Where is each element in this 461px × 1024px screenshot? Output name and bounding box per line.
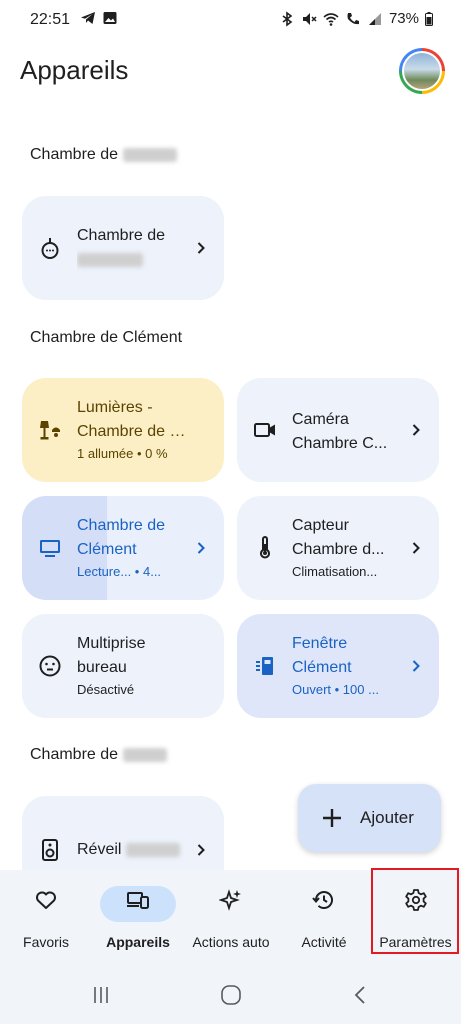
speaker-icon [42,839,58,861]
window-sensor-icon [256,657,273,675]
device-tile-lights[interactable]: Lumières - Chambre de Cl... 1 allumée • … [22,378,224,482]
tile-title-line2: Chambre C... [292,435,388,452]
chevron-right-icon [412,660,420,672]
tile-status: Ouvert • 100 ... [292,682,379,697]
nav-automations[interactable]: Actions auto [184,870,278,965]
add-button[interactable]: Ajouter [298,784,441,852]
tile-title-line2: Clément [292,659,352,676]
call-icon [347,12,359,24]
back-icon[interactable] [352,985,368,1005]
nav-favorites[interactable]: Favoris [0,870,92,965]
tile-title: Capteur [292,517,349,534]
recent-apps-icon[interactable] [91,985,111,1005]
sparkle-icon [219,889,241,911]
system-navigation-bar [0,965,461,1024]
devices-icon [127,892,149,909]
device-tile-plug[interactable]: Multiprise bureau Désactivé [22,614,224,718]
chevron-right-icon [197,242,205,254]
history-icon [312,891,333,909]
thermometer-icon [260,536,270,559]
tile-status: Lecture... • 4... [77,564,162,579]
nav-activity[interactable]: Activité [278,870,370,965]
tile-title: Réveil [77,838,192,862]
tile-title: Caméra [292,411,349,428]
hub-icon [41,238,59,259]
tile-title: Chambre de [77,227,166,244]
tile-title-line2: Chambre de Cl... [77,423,192,440]
camera-icon [254,423,275,437]
section-title: Chambre de [30,746,167,764]
tile-title: Lumières - [77,399,153,416]
tile-title: Fenêtre [292,635,348,652]
device-tile-tv[interactable]: Chambre de Clément Lecture... • 4... [22,496,224,600]
chevron-right-icon [412,424,420,436]
tile-title-line2: bureau [77,659,127,676]
mute-icon [302,12,317,25]
tile-status: Climatisation... [292,564,378,579]
tile-title: Chambre de [77,517,166,534]
wifi-icon [323,12,339,26]
nav-label: Appareils [106,934,170,950]
device-tile-camera[interactable]: Caméra Chambre C... [237,378,439,482]
tile-title-line2 [77,248,192,272]
nav-devices[interactable]: Appareils [92,870,184,965]
signal-icon [368,12,381,25]
device-tile-sensor[interactable]: Capteur Chambre d... Climatisation... [237,496,439,600]
page-title: Appareils [20,55,129,85]
nav-label: Activité [301,934,347,950]
chevron-right-icon [197,844,205,856]
telegram-icon [81,12,95,24]
plug-icon [39,655,61,677]
battery-icon [425,11,433,26]
section-title: Chambre de Clément [30,329,183,346]
lamp-icon [40,421,60,440]
bluetooth-icon [282,10,293,27]
section-title: Chambre de [30,146,177,164]
avatar[interactable] [399,48,445,94]
chevron-right-icon [197,542,205,554]
tile-title: Multiprise [77,635,146,652]
battery-level: 73% [388,10,419,27]
device-tile-hub[interactable]: Chambre de [22,196,224,300]
tv-icon [40,540,60,557]
plus-icon [323,809,341,827]
add-button-label: Ajouter [360,808,414,827]
chevron-right-icon [412,542,420,554]
settings-highlight [371,868,459,954]
tile-status: 1 allumée • 0 % [77,446,168,461]
image-icon [103,12,117,24]
tile-title-line2: Clément [77,541,137,558]
home-icon[interactable] [220,985,242,1005]
tile-status: Désactivé [77,682,135,697]
status-time: 22:51 [30,11,71,28]
tile-title-line2: Chambre d... [292,541,385,558]
heart-icon [36,891,56,909]
nav-label: Favoris [23,934,69,950]
status-bar: 22:51 73% [0,0,461,40]
nav-label: Actions auto [192,934,270,950]
device-tile-window[interactable]: Fenêtre Clément Ouvert • 100 ... [237,614,439,718]
